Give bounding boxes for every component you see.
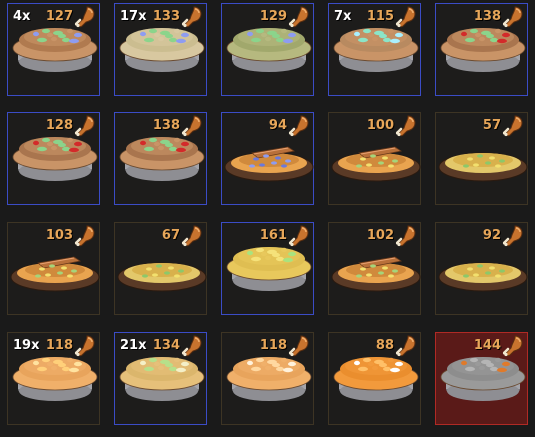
inventory-slot[interactable]: 21x 134 bbox=[114, 332, 207, 425]
inventory-slot[interactable]: 19x 118 bbox=[7, 332, 100, 425]
stack-count: 4x bbox=[13, 9, 31, 24]
inventory-slot[interactable]: 102 bbox=[328, 222, 421, 315]
inventory-slot[interactable]: 129 bbox=[221, 3, 314, 96]
inventory-slot[interactable]: 118 bbox=[221, 332, 314, 425]
inventory-slot[interactable]: 103 bbox=[7, 222, 100, 315]
food-icon bbox=[181, 335, 202, 357]
food-value: 138 bbox=[152, 118, 180, 133]
food-icon bbox=[502, 115, 523, 137]
food-value: 118 bbox=[259, 338, 287, 353]
food-value: 103 bbox=[45, 228, 73, 243]
food-icon bbox=[288, 6, 309, 28]
food-icon bbox=[502, 335, 523, 357]
inventory-slot[interactable]: 138 bbox=[114, 112, 207, 205]
inventory-slot[interactable]: 144 bbox=[435, 332, 528, 425]
food-value: 92 bbox=[482, 228, 501, 243]
food-icon bbox=[502, 6, 523, 28]
stack-count: 7x bbox=[334, 9, 352, 24]
food-icon bbox=[74, 115, 95, 137]
food-icon bbox=[288, 115, 309, 137]
stack-count: 21x bbox=[120, 338, 147, 353]
food-value: 144 bbox=[473, 338, 501, 353]
stack-count: 17x bbox=[120, 9, 147, 24]
inventory-slot[interactable]: 138 bbox=[435, 3, 528, 96]
food-value: 161 bbox=[259, 228, 287, 243]
food-icon bbox=[74, 6, 95, 28]
food-icon bbox=[395, 335, 416, 357]
inventory-slot[interactable]: 92 bbox=[435, 222, 528, 315]
food-icon bbox=[395, 6, 416, 28]
food-value: 133 bbox=[152, 9, 180, 24]
food-icon bbox=[181, 6, 202, 28]
inventory-slot[interactable]: 128 bbox=[7, 112, 100, 205]
food-icon bbox=[181, 115, 202, 137]
food-value: 127 bbox=[45, 9, 73, 24]
inventory-slot[interactable]: 7x 115 bbox=[328, 3, 421, 96]
inventory-slot[interactable]: 67 bbox=[114, 222, 207, 315]
food-value: 57 bbox=[482, 118, 501, 133]
food-value: 67 bbox=[161, 228, 180, 243]
food-value: 134 bbox=[152, 338, 180, 353]
food-icon bbox=[288, 225, 309, 247]
inventory-slot[interactable]: 17x 133 bbox=[114, 3, 207, 96]
inventory-grid: 4x 127 17x 133 129 7x 115 138 128 138 94… bbox=[0, 0, 535, 437]
inventory-slot[interactable]: 88 bbox=[328, 332, 421, 425]
inventory-slot[interactable]: 94 bbox=[221, 112, 314, 205]
food-value: 118 bbox=[45, 338, 73, 353]
food-value: 115 bbox=[366, 9, 394, 24]
inventory-slot[interactable]: 57 bbox=[435, 112, 528, 205]
food-value: 94 bbox=[268, 118, 287, 133]
food-icon bbox=[502, 225, 523, 247]
food-icon bbox=[395, 115, 416, 137]
food-icon bbox=[74, 335, 95, 357]
food-value: 100 bbox=[366, 118, 394, 133]
inventory-slot[interactable]: 4x 127 bbox=[7, 3, 100, 96]
food-value: 138 bbox=[473, 9, 501, 24]
inventory-slot[interactable]: 161 bbox=[221, 222, 314, 315]
food-value: 129 bbox=[259, 9, 287, 24]
food-icon bbox=[395, 225, 416, 247]
food-value: 128 bbox=[45, 118, 73, 133]
food-value: 88 bbox=[375, 338, 394, 353]
stack-count: 19x bbox=[13, 338, 40, 353]
inventory-slot[interactable]: 100 bbox=[328, 112, 421, 205]
food-icon bbox=[74, 225, 95, 247]
food-icon bbox=[181, 225, 202, 247]
food-value: 102 bbox=[366, 228, 394, 243]
food-icon bbox=[288, 335, 309, 357]
